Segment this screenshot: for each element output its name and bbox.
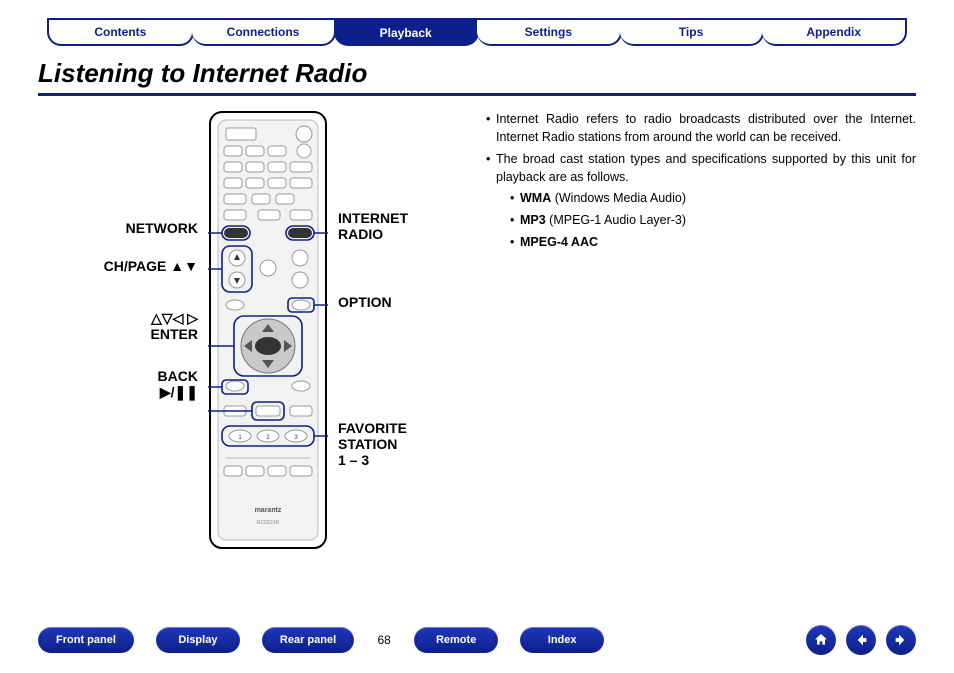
label-back: BACK▶/❚❚	[158, 368, 198, 400]
prev-page-button[interactable]	[846, 625, 876, 655]
link-rear-panel[interactable]: Rear panel	[262, 627, 354, 653]
tab-appendix[interactable]: Appendix	[762, 18, 907, 46]
footer-nav: Front panel Display Rear panel 68 Remote…	[38, 623, 916, 657]
remote-illustration: 1 2 3 marantz RC021SR	[208, 110, 328, 550]
remote-diagram: NETWORK CH/PAGE ▲▼ △▽◁ ▷ENTER BACK▶/❚❚ I…	[38, 110, 468, 603]
tab-connections[interactable]: Connections	[192, 18, 337, 46]
format-wma: WMA (Windows Media Audio)	[510, 189, 916, 207]
format-mp3: MP3 (MPEG-1 Audio Layer-3)	[510, 211, 916, 229]
label-favorite: FAVORITE STATION 1 – 3	[338, 420, 407, 468]
label-enter: △▽◁ ▷ENTER	[151, 310, 198, 342]
arrow-left-icon	[853, 632, 869, 648]
tab-contents[interactable]: Contents	[47, 18, 194, 46]
page-title: Listening to Internet Radio	[38, 58, 916, 96]
main-content: NETWORK CH/PAGE ▲▼ △▽◁ ▷ENTER BACK▶/❚❚ I…	[38, 110, 916, 603]
link-remote[interactable]: Remote	[414, 627, 498, 653]
remote-brand-text: marantz	[255, 507, 282, 514]
remote-model-text: RC021SR	[257, 520, 280, 526]
arrow-right-icon	[893, 632, 909, 648]
tab-settings[interactable]: Settings	[477, 18, 622, 46]
label-network: NETWORK	[126, 220, 198, 236]
label-chpage: CH/PAGE ▲▼	[104, 258, 198, 274]
label-option: OPTION	[338, 294, 392, 310]
label-internet-radio: INTERNET RADIO	[338, 210, 408, 242]
next-page-button[interactable]	[886, 625, 916, 655]
page-number: 68	[354, 633, 414, 647]
link-display[interactable]: Display	[156, 627, 240, 653]
top-tabs: Contents Connections Playback Settings T…	[48, 18, 906, 46]
link-index[interactable]: Index	[520, 627, 604, 653]
tab-playback[interactable]: Playback	[334, 18, 479, 46]
format-mpeg4aac: MPEG-4 AAC	[510, 233, 916, 251]
body-text: Internet Radio refers to radio broadcast…	[468, 110, 916, 603]
link-front-panel[interactable]: Front panel	[38, 627, 134, 653]
body-bullet-1: Internet Radio refers to radio broadcast…	[486, 110, 916, 146]
home-button[interactable]	[806, 625, 836, 655]
body-bullet-2: The broad cast station types and specifi…	[486, 150, 916, 251]
home-icon	[813, 632, 829, 648]
tab-tips[interactable]: Tips	[620, 18, 765, 46]
